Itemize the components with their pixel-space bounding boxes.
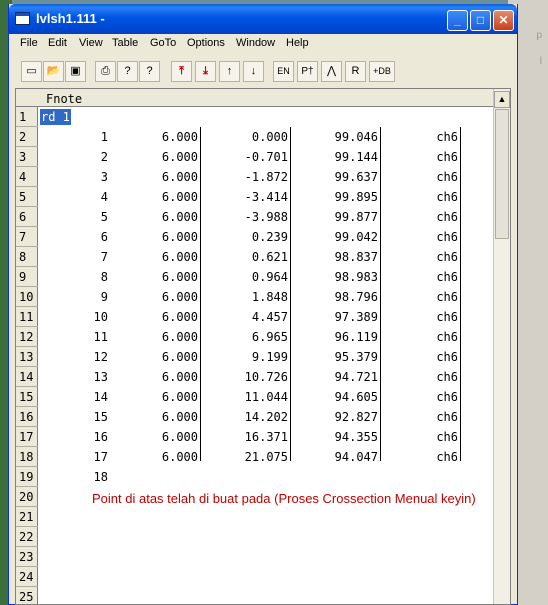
code-cell[interactable]: ch6 bbox=[38, 147, 458, 167]
code-cell[interactable]: ch6 bbox=[38, 307, 458, 327]
row-number[interactable]: 19 bbox=[16, 467, 38, 487]
menu-file[interactable]: File bbox=[20, 37, 38, 49]
background-ghost-text: p bbox=[536, 30, 542, 41]
menu-goto[interactable]: GoTo bbox=[150, 37, 176, 49]
row-number[interactable]: 17 bbox=[16, 427, 38, 447]
first-row-icon[interactable]: ⤒ bbox=[171, 61, 192, 82]
row-number[interactable]: 25 bbox=[16, 587, 38, 604]
code-cell[interactable]: ch6 bbox=[38, 387, 458, 407]
code-cell[interactable]: ch6 bbox=[38, 127, 458, 147]
column-divider bbox=[460, 127, 461, 461]
menu-help[interactable]: Help bbox=[286, 37, 309, 49]
row-number[interactable]: 1 bbox=[16, 107, 38, 127]
column-title: Fnote bbox=[46, 92, 83, 106]
open-folder-icon[interactable]: 📂 bbox=[43, 61, 64, 82]
row-number[interactable]: 18 bbox=[16, 447, 38, 467]
context-help-icon[interactable]: ? bbox=[139, 61, 160, 82]
help-icon[interactable]: ? bbox=[117, 61, 138, 82]
row-number[interactable]: 2 bbox=[16, 127, 38, 147]
r-icon[interactable]: R bbox=[345, 61, 366, 82]
peak-icon[interactable]: ⋀ bbox=[321, 61, 342, 82]
code-cell[interactable]: ch6 bbox=[38, 247, 458, 267]
scroll-thumb[interactable] bbox=[495, 109, 509, 239]
title-bar[interactable]: lvlsh1.111 - _ □ ✕ bbox=[9, 4, 517, 34]
code-cell[interactable]: ch6 bbox=[38, 187, 458, 207]
menu-window[interactable]: Window bbox=[236, 37, 275, 49]
row-number[interactable]: 7 bbox=[16, 227, 38, 247]
menu-table[interactable]: Table bbox=[112, 37, 138, 49]
menu-view[interactable]: View bbox=[79, 37, 103, 49]
en-icon[interactable]: EN bbox=[273, 61, 294, 82]
row-number[interactable]: 14 bbox=[16, 367, 38, 387]
code-cell[interactable]: ch6 bbox=[38, 447, 458, 467]
code-cell[interactable]: ch6 bbox=[38, 167, 458, 187]
row-number[interactable]: 16 bbox=[16, 407, 38, 427]
row-number[interactable]: 11 bbox=[16, 307, 38, 327]
save-disk-icon[interactable]: ▣ bbox=[65, 61, 86, 82]
data-sheet[interactable]: Fnote 1 2 3 4 5 6 7 8 9 10 11 12 13 14 1… bbox=[15, 88, 511, 605]
row-number-gutter: 1 2 3 4 5 6 7 8 9 10 11 12 13 14 15 16 1… bbox=[16, 107, 38, 604]
row-number[interactable]: 13 bbox=[16, 347, 38, 367]
toolbar: ▭ 📂 ▣ ⎙ ? ? ⤒ ⤓ ↑ ↓ EN P† ⋀ R +DB bbox=[15, 56, 511, 86]
maximize-button[interactable]: □ bbox=[470, 10, 491, 31]
menu-options[interactable]: Options bbox=[187, 37, 225, 49]
row-up-icon[interactable]: ↑ bbox=[219, 61, 240, 82]
row-number[interactable]: 15 bbox=[16, 387, 38, 407]
code-cell[interactable]: ch6 bbox=[38, 287, 458, 307]
code-cell[interactable]: ch6 bbox=[38, 227, 458, 247]
row-index-cell[interactable]: 18 bbox=[38, 467, 108, 487]
app-icon[interactable] bbox=[15, 12, 30, 25]
close-button[interactable]: ✕ bbox=[493, 10, 514, 31]
app-window: lvlsh1.111 - _ □ ✕ File Edit View Table … bbox=[8, 4, 518, 605]
column-header: Fnote bbox=[16, 89, 494, 107]
pt-icon[interactable]: P† bbox=[297, 61, 318, 82]
menu-edit[interactable]: Edit bbox=[48, 37, 67, 49]
code-cell[interactable]: ch6 bbox=[38, 207, 458, 227]
row-number[interactable]: 12 bbox=[16, 327, 38, 347]
minimize-button[interactable]: _ bbox=[447, 10, 468, 31]
annotation-note: Point di atas telah di buat pada (Proses… bbox=[92, 491, 476, 506]
row-number[interactable]: 5 bbox=[16, 187, 38, 207]
row-number[interactable]: 9 bbox=[16, 267, 38, 287]
new-file-icon[interactable]: ▭ bbox=[21, 61, 42, 82]
row-down-icon[interactable]: ↓ bbox=[243, 61, 264, 82]
menu-bar: File Edit View Table GoTo Options Window… bbox=[9, 34, 517, 54]
row-number[interactable]: 8 bbox=[16, 247, 38, 267]
row-number[interactable]: 23 bbox=[16, 547, 38, 567]
row-number[interactable]: 6 bbox=[16, 207, 38, 227]
row-number[interactable]: 22 bbox=[16, 527, 38, 547]
row-number[interactable]: 3 bbox=[16, 147, 38, 167]
print-icon[interactable]: ⎙ bbox=[95, 61, 116, 82]
row-number[interactable]: 24 bbox=[16, 567, 38, 587]
code-cell[interactable]: ch6 bbox=[38, 267, 458, 287]
code-cell[interactable]: ch6 bbox=[38, 327, 458, 347]
data-grid[interactable]: rd 1 18 Point di atas telah di buat pada… bbox=[38, 107, 494, 604]
last-row-icon[interactable]: ⤓ bbox=[195, 61, 216, 82]
db-icon[interactable]: +DB bbox=[369, 61, 395, 82]
background-ghost-text: l bbox=[539, 56, 542, 67]
row-number[interactable]: 21 bbox=[16, 507, 38, 527]
row-number[interactable]: 4 bbox=[16, 167, 38, 187]
code-cell[interactable]: ch6 bbox=[38, 367, 458, 387]
code-cell[interactable]: ch6 bbox=[38, 347, 458, 367]
selected-cell-text[interactable]: rd 1 bbox=[40, 109, 71, 125]
scroll-up-icon[interactable]: ▲ bbox=[494, 91, 510, 108]
row-number[interactable]: 10 bbox=[16, 287, 38, 307]
code-cell[interactable]: ch6 bbox=[38, 407, 458, 427]
vertical-scrollbar[interactable]: ▲ bbox=[493, 89, 510, 604]
row-number[interactable]: 20 bbox=[16, 487, 38, 507]
window-title: lvlsh1.111 - bbox=[36, 11, 105, 26]
code-cell[interactable]: ch6 bbox=[38, 427, 458, 447]
